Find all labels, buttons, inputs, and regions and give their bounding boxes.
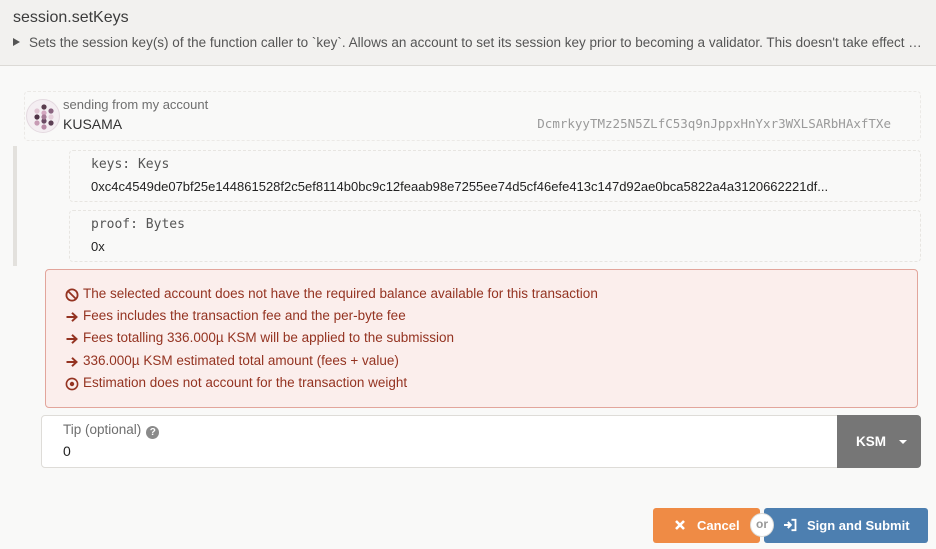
- or-separator: or: [750, 513, 774, 537]
- modal-header: session.setKeys Sets the session key(s) …: [0, 0, 936, 66]
- unit-dropdown[interactable]: KSM: [837, 415, 921, 468]
- cancel-label: Cancel: [697, 518, 740, 533]
- expand-triangle-icon[interactable]: [13, 38, 20, 46]
- param-value[interactable]: 0x: [91, 239, 901, 254]
- close-icon: [675, 520, 685, 530]
- param-label: proof: Bytes: [91, 217, 185, 232]
- identicon-icon: [34, 104, 54, 130]
- caret-down-icon: [899, 440, 907, 444]
- unit-label: KSM: [856, 434, 886, 449]
- description-text: Sets the session key(s) of the function …: [29, 35, 923, 50]
- dot-circle-icon: [65, 377, 79, 391]
- help-icon[interactable]: ?: [146, 426, 160, 439]
- cancel-button[interactable]: Cancel: [653, 508, 760, 543]
- params-indent-bar: [13, 146, 17, 266]
- param-value[interactable]: 0xc4c4549de07bf25e144861528f2c5ef8114b0b…: [91, 179, 901, 194]
- param-proof[interactable]: proof: Bytes 0x: [69, 210, 921, 262]
- submit-label: Sign and Submit: [807, 518, 910, 533]
- identicon-avatar: [26, 99, 60, 133]
- tip-input-field[interactable]: Tip (optional)? 0: [41, 415, 838, 468]
- sender-name: KUSAMA: [63, 116, 123, 132]
- extrinsic-title: session.setKeys: [13, 9, 129, 26]
- ban-icon: [65, 288, 79, 302]
- param-label: keys: Keys: [91, 157, 170, 172]
- arrow-right-icon: [66, 312, 78, 322]
- param-keys[interactable]: keys: Keys 0xc4c4549de07bf25e144861528f2…: [69, 150, 921, 202]
- tip-value[interactable]: 0: [63, 443, 71, 459]
- sender-account[interactable]: sending from my account KUSAMA DcmrkyyTM…: [24, 91, 921, 141]
- sign-and-submit-button[interactable]: Sign and Submit: [764, 508, 928, 543]
- fee-warning-box: The selected account does not have the r…: [45, 269, 918, 408]
- arrow-right-icon: [66, 357, 78, 367]
- extrinsic-description[interactable]: Sets the session key(s) of the function …: [13, 35, 923, 50]
- tip-label: Tip (optional)?: [63, 422, 160, 439]
- sender-address: DcmrkyyTMz25N5ZLfC53q9nJppxHnYxr3WXLSARb…: [537, 116, 891, 131]
- arrow-right-icon: [66, 334, 78, 344]
- sender-label: sending from my account: [63, 97, 209, 112]
- sign-in-icon: [784, 518, 797, 532]
